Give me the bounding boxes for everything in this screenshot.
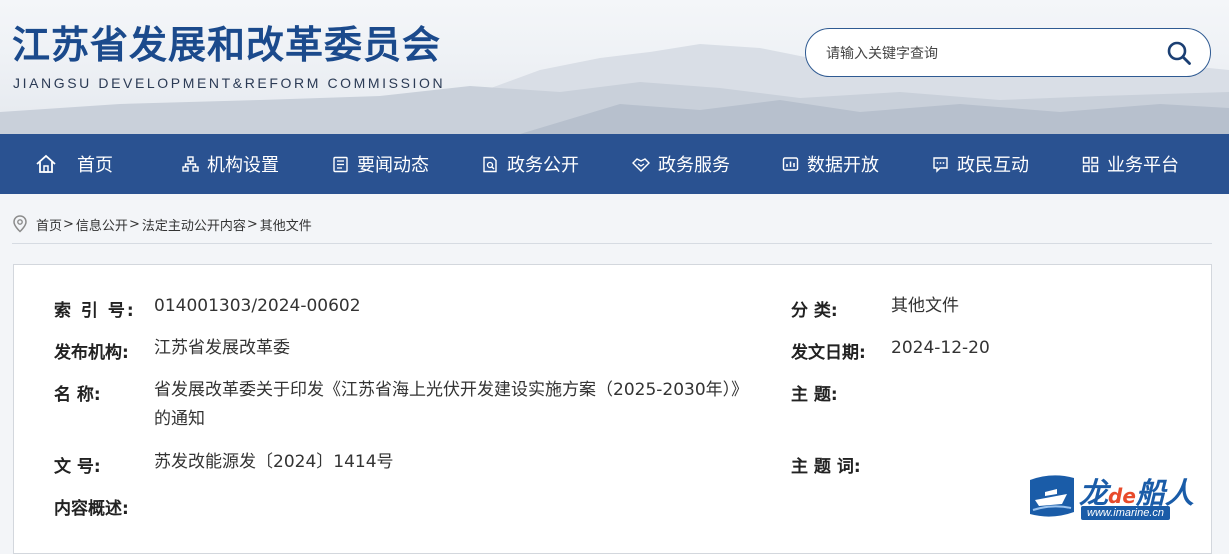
- site-title[interactable]: 江苏省发展和改革委员会: [12, 14, 441, 69]
- breadcrumb-link-other-files[interactable]: 其他文件: [260, 215, 312, 234]
- newspaper-icon: [333, 156, 348, 172]
- breadcrumb-link-home[interactable]: 首页: [36, 215, 62, 234]
- name-label: 名 称:: [54, 385, 101, 405]
- watermark-logo: 龙de船人 www.imarine.cn: [1027, 470, 1212, 522]
- breadcrumb: 首页 > 信息公开 > 法定主动公开内容 > 其他文件: [12, 213, 312, 235]
- document-number-label: 文 号:: [54, 457, 101, 477]
- nav-item-gov-affairs[interactable]: 政务公开: [482, 134, 579, 194]
- nav-item-interaction[interactable]: 政民互动: [932, 134, 1029, 194]
- home-icon: [36, 154, 56, 173]
- date-value: 2024-12-20: [891, 338, 990, 358]
- category-label: 分 类:: [791, 301, 838, 321]
- nav-label: 政务服务: [658, 155, 730, 176]
- site-subtitle: JIANGSU DEVELOPMENT&REFORM COMMISSION: [13, 75, 446, 91]
- document-number-value: 苏发改能源发〔2024〕1414号: [154, 452, 394, 472]
- nav-label: 政务公开: [507, 155, 579, 176]
- chat-icon: [933, 156, 948, 173]
- publisher-value: 江苏省发展改革委: [154, 338, 290, 358]
- nav-item-home[interactable]: 首页: [35, 134, 113, 194]
- keywords-label: 主 题 词:: [791, 457, 861, 477]
- breadcrumb-divider: [12, 243, 1212, 244]
- date-label: 发文日期:: [791, 343, 866, 363]
- data-chart-icon: [782, 156, 799, 171]
- nav-label: 业务平台: [1107, 155, 1179, 176]
- breadcrumb-separator: >: [246, 216, 258, 232]
- search-input[interactable]: [824, 39, 1148, 69]
- watermark-url: www.imarine.cn: [1081, 506, 1171, 520]
- org-chart-icon: [182, 155, 199, 172]
- nav-item-gov-service[interactable]: 政务服务: [632, 134, 730, 194]
- nav-item-open-data[interactable]: 数据开放: [782, 134, 879, 194]
- search-box: [805, 28, 1211, 77]
- topic-label: 主 题:: [791, 385, 838, 405]
- main-nav: 首页 机构设置 要闻动态 政务公开 政务服务 数据开放 政民互动 业务平台: [0, 134, 1229, 194]
- name-value: 省发展改革委关于印发《江苏省海上光伏开发建设实施方案（2025-2030年）》的…: [154, 380, 740, 429]
- category-value: 其他文件: [891, 296, 959, 316]
- nav-label: 数据开放: [807, 155, 879, 176]
- document-search-icon: [483, 156, 497, 172]
- nav-label: 要闻动态: [357, 155, 429, 176]
- summary-label: 内容概述:: [54, 499, 129, 519]
- breadcrumb-separator: >: [63, 216, 74, 232]
- nav-item-platform[interactable]: 业务平台: [1082, 134, 1179, 194]
- nav-label: 机构设置: [207, 155, 279, 176]
- handshake-icon: [632, 157, 650, 172]
- grid-icon: [1082, 156, 1099, 172]
- publisher-label: 发布机构:: [54, 343, 129, 363]
- index-label: 索 引 号:: [54, 301, 136, 321]
- ship-logo-icon: [1030, 475, 1074, 517]
- index-value: 014001303/2024-00602: [154, 296, 361, 316]
- search-icon[interactable]: [1166, 40, 1192, 66]
- location-pin-icon: [13, 215, 27, 233]
- breadcrumb-link-info[interactable]: 信息公开: [76, 215, 128, 234]
- nav-item-organization[interactable]: 机构设置: [182, 134, 279, 194]
- nav-item-news[interactable]: 要闻动态: [332, 134, 429, 194]
- site-header: 江苏省发展和改革委员会 JIANGSU DEVELOPMENT&REFORM C…: [0, 0, 1229, 134]
- nav-label: 政民互动: [957, 155, 1029, 176]
- breadcrumb-separator: >: [128, 216, 140, 232]
- breadcrumb-link-statutory[interactable]: 法定主动公开内容: [142, 215, 246, 234]
- nav-label: 首页: [77, 155, 113, 176]
